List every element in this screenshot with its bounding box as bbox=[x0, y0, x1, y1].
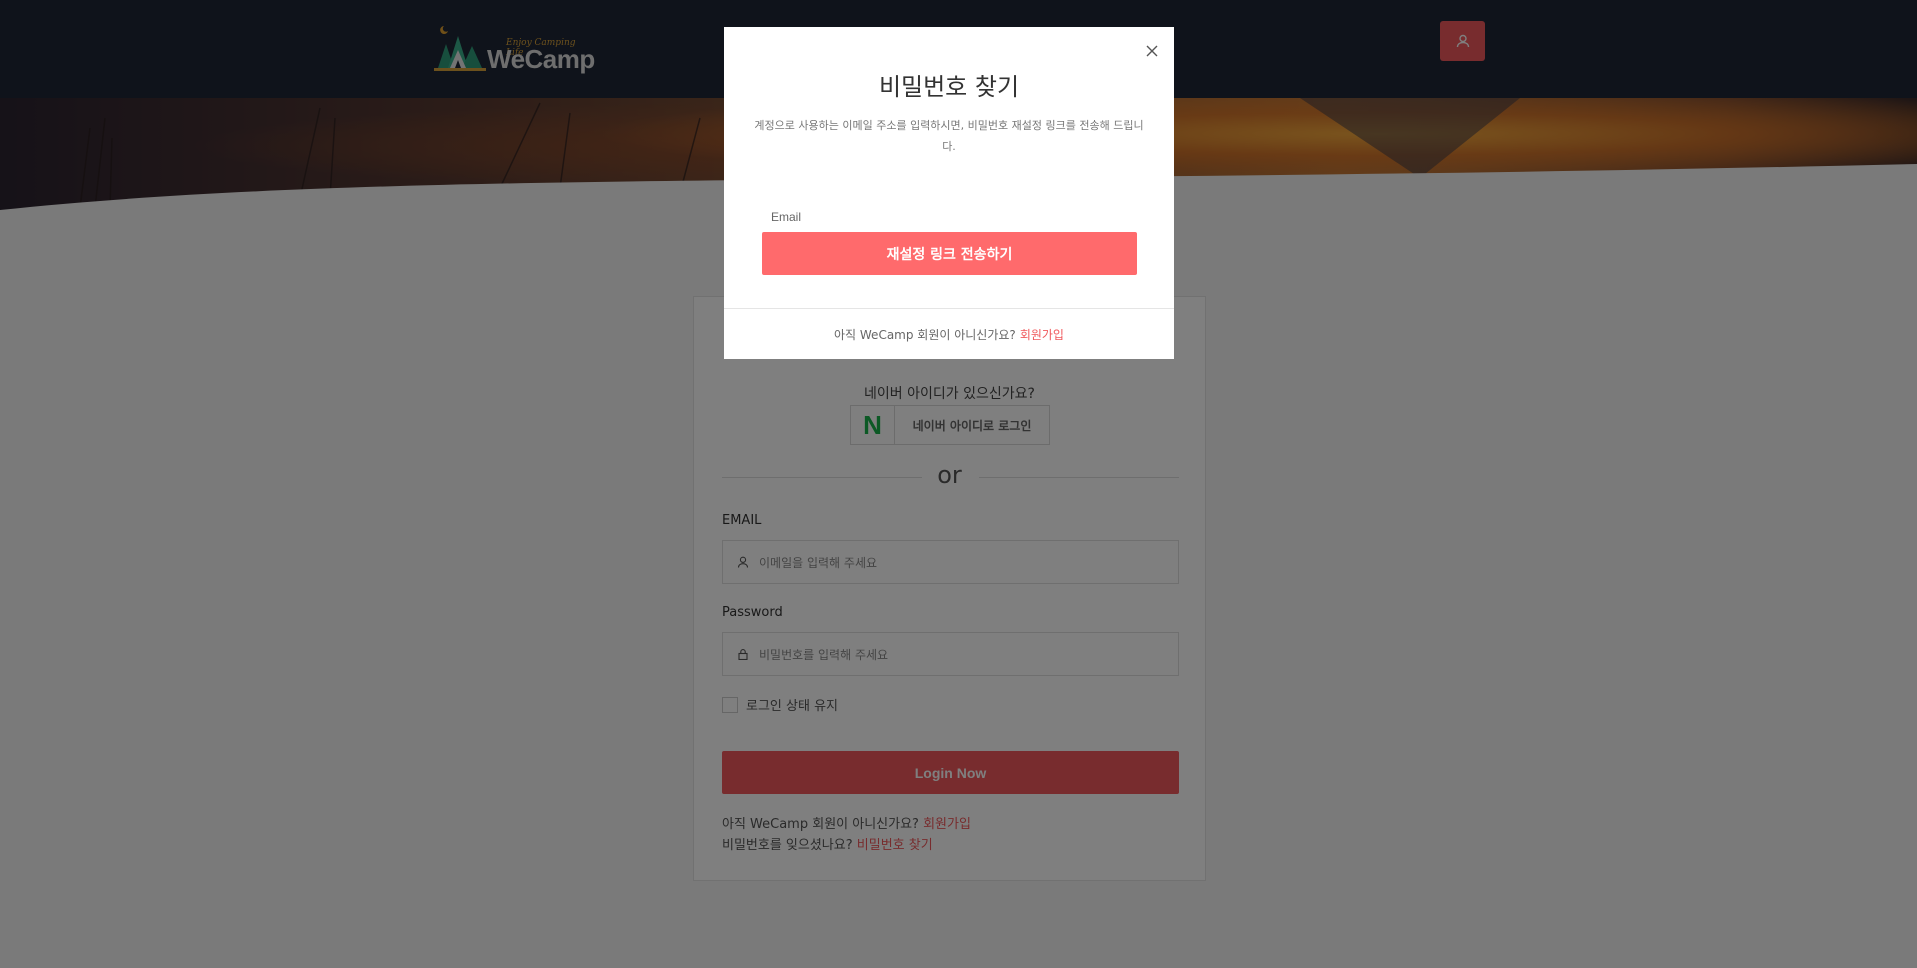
find-password-modal: 비밀번호 찾기 계정으로 사용하는 이메일 주소를 입력하시면, 비밀번호 재설… bbox=[724, 27, 1174, 359]
close-button[interactable] bbox=[1144, 43, 1160, 59]
modal-signup-prompt: 아직 WeCamp 회원이 아니신가요? bbox=[834, 327, 1016, 342]
modal-signup-link[interactable]: 회원가입 bbox=[1020, 326, 1064, 343]
send-reset-link-button[interactable]: 재설정 링크 전송하기 bbox=[762, 232, 1137, 275]
modal-description: 계정으로 사용하는 이메일 주소를 입력하시면, 비밀번호 재설정 링크를 전송… bbox=[754, 119, 1144, 153]
modal-title: 비밀번호 찾기 bbox=[878, 73, 1020, 101]
modal-email-placeholder: Email bbox=[771, 210, 802, 224]
modal-footer: 아직 WeCamp 회원이 아니신가요? 회원가입 bbox=[724, 308, 1174, 359]
close-icon bbox=[1146, 45, 1158, 57]
